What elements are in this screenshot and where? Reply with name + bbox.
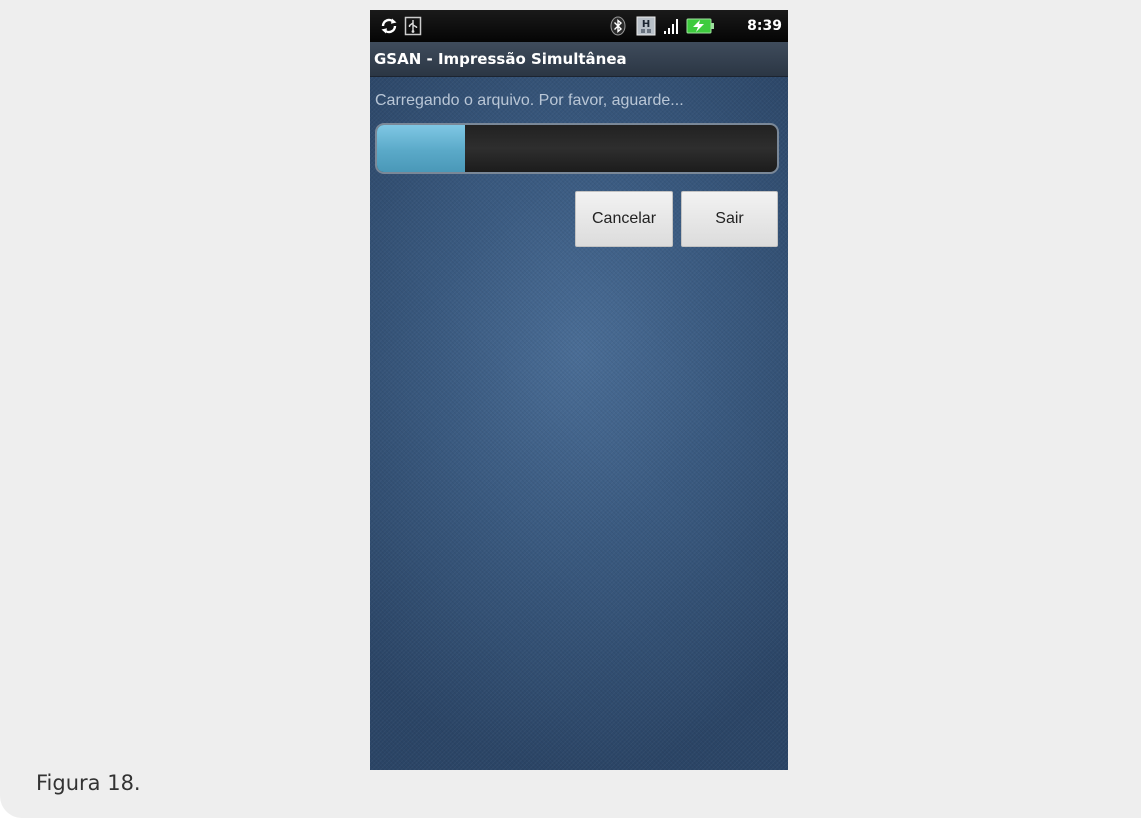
h-network-label: H: [642, 19, 650, 30]
usb-icon: [404, 16, 422, 36]
status-clock: 8:39: [747, 18, 782, 34]
battery-charging-icon: [686, 16, 716, 36]
bluetooth-icon: [609, 16, 627, 36]
h-network-icon: H: [636, 16, 656, 36]
phone-screen: H 8:39 GSAN - Impressão Simultânea Carre…: [370, 10, 788, 770]
progress-bar-fill: [377, 125, 465, 172]
app-title: GSAN - Impressão Simultânea: [374, 50, 627, 68]
status-bar: H 8:39: [370, 10, 788, 42]
sync-icon: [379, 16, 399, 36]
progress-bar: [375, 123, 779, 174]
cancel-button[interactable]: Cancelar: [575, 191, 673, 247]
signal-icon: [662, 16, 682, 36]
figure-panel: H 8:39 GSAN - Impressão Simultânea Carre…: [0, 0, 1141, 818]
app-title-bar: GSAN - Impressão Simultânea: [370, 42, 788, 77]
figure-caption: Figura 18.: [36, 771, 141, 795]
exit-button[interactable]: Sair: [681, 191, 778, 247]
loading-message: Carregando o arquivo. Por favor, aguarde…: [375, 92, 684, 109]
